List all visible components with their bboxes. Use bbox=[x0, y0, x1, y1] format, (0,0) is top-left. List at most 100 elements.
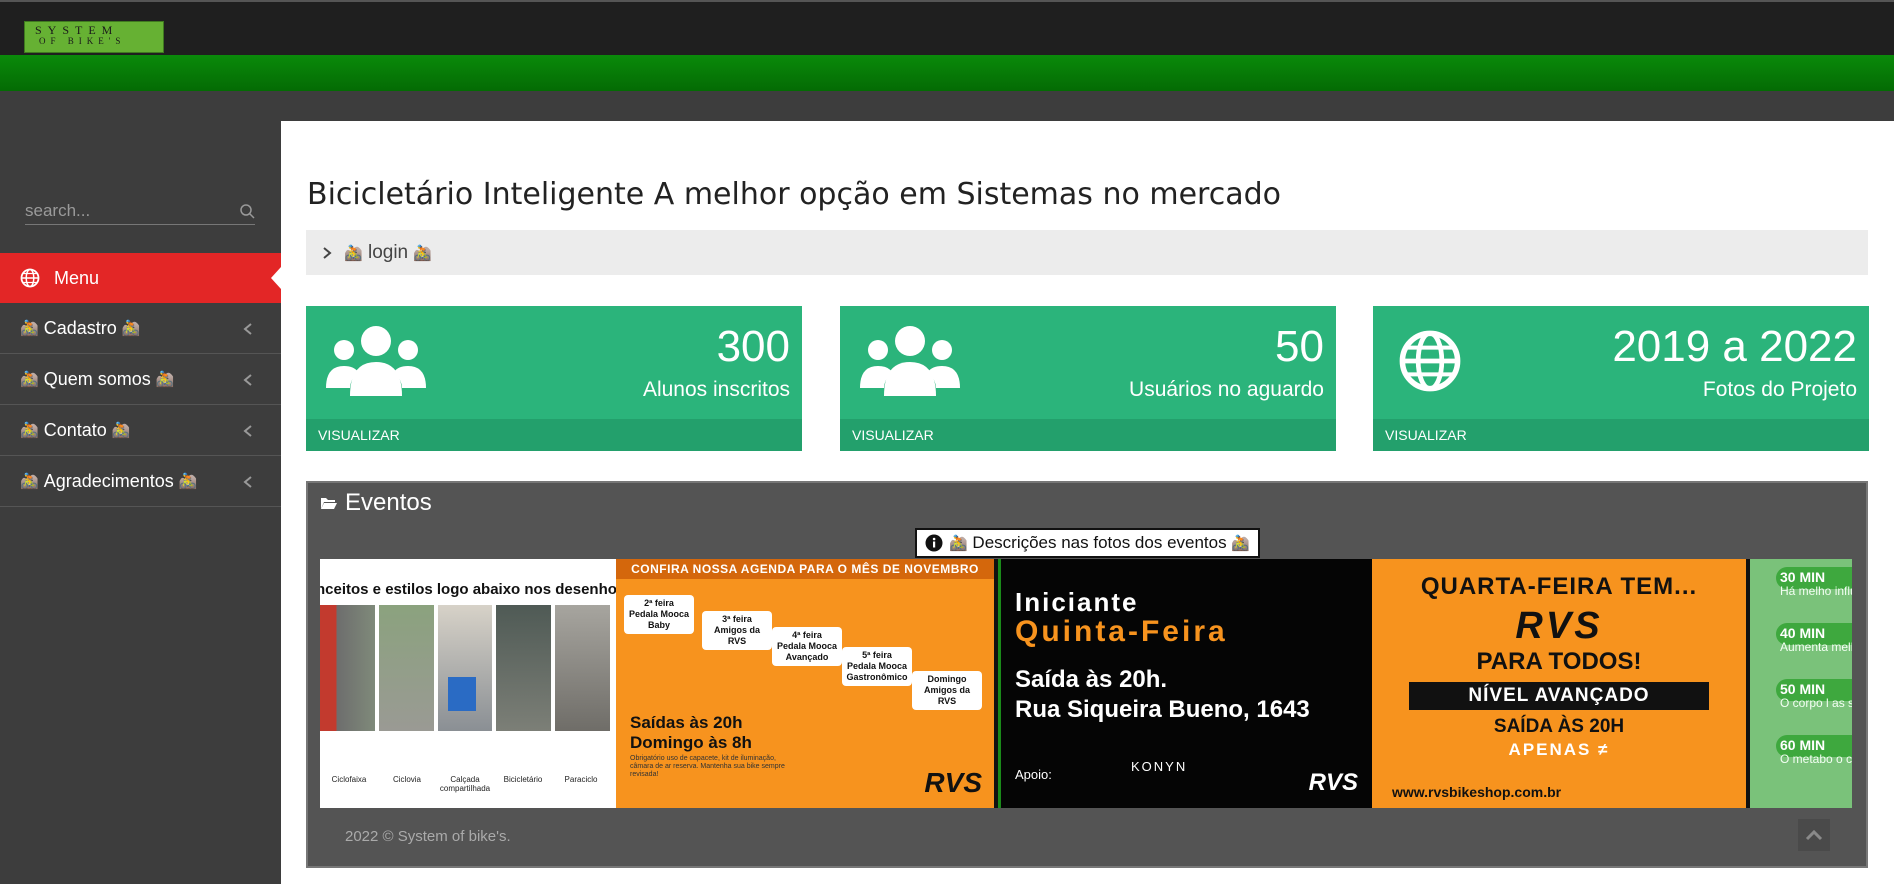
chevron-left-icon bbox=[243, 374, 252, 386]
photo-caption: Ciclovia bbox=[392, 775, 421, 784]
menu-header[interactable]: Menu bbox=[0, 253, 281, 303]
schedule-tag: 2ª feira Pedala Mooca Baby bbox=[624, 595, 694, 634]
slide-line2: RVS bbox=[1515, 605, 1603, 647]
schedule-tag: Domingo Amigos da RVS bbox=[912, 671, 982, 710]
stat-label: Fotos do Projeto bbox=[1702, 378, 1857, 401]
menu-label: Menu bbox=[54, 267, 100, 288]
tag-name: Amigos da RVS bbox=[713, 625, 760, 646]
bike-icon: 🚵 bbox=[20, 473, 39, 490]
scroll-to-top-button[interactable] bbox=[1798, 819, 1830, 851]
sidebar-item-quem-somos[interactable]: 🚵 Quem somos 🚵 bbox=[0, 354, 281, 405]
visualizar-link[interactable]: VISUALIZAR bbox=[1373, 419, 1869, 451]
search-box bbox=[25, 199, 255, 225]
search-icon[interactable] bbox=[239, 203, 255, 219]
event-image-2[interactable]: CONFIRA NOSSA AGENDA PARA O MÊS DE NOVEM… bbox=[616, 559, 994, 808]
info-row: 30 MINHá melho influencia bbox=[1780, 569, 1852, 598]
slide-line5: SAÍDA ÀS 20H bbox=[1493, 716, 1625, 737]
slide-details: Saída às 20h. Rua Siqueira Bueno, 1643 bbox=[1015, 665, 1310, 725]
sidebar: Menu 🚵 Cadastro 🚵 🚵 Quem somos 🚵 🚵 Conta… bbox=[0, 91, 281, 884]
rvs-logo: RVS bbox=[924, 767, 982, 798]
slide-line3: PARA TODOS! bbox=[1476, 648, 1642, 675]
bike-icon: 🚵 bbox=[178, 473, 198, 490]
info-row: 60 MINO metabo o controle bbox=[1780, 737, 1852, 766]
stat-value: 50 bbox=[1275, 322, 1324, 371]
photo-caption: Bicicletário bbox=[503, 775, 543, 784]
row-head: 50 MIN bbox=[1780, 681, 1826, 697]
tag-day: 3ª feira bbox=[722, 614, 752, 624]
users-icon bbox=[326, 326, 426, 396]
visualizar-link[interactable]: VISUALIZAR bbox=[840, 419, 1336, 451]
stat-value: 2019 a 2022 bbox=[1612, 322, 1857, 371]
tag-name: Pedala Mooca Baby bbox=[628, 609, 690, 630]
slide-note: Obrigatório uso de capacete, kit de ilum… bbox=[630, 755, 785, 778]
photo-ciclofaixa bbox=[320, 605, 375, 731]
events-panel: Eventos 🚵 Descrições nas fotos dos event… bbox=[306, 481, 1868, 868]
tag-name: Amigos da RVS bbox=[923, 685, 970, 706]
info-row: 40 MINAumenta melhora d bbox=[1780, 625, 1852, 654]
stat-card-usuarios: 50 Usuários no aguardo VISUALIZAR bbox=[840, 306, 1336, 451]
visualizar-link[interactable]: VISUALIZAR bbox=[306, 419, 802, 451]
row-text: Aumenta melhora d bbox=[1780, 640, 1852, 654]
photo-caption: Calçada compartilhada bbox=[439, 775, 491, 793]
sidebar-item-label: Contato bbox=[43, 419, 107, 440]
bike-icon: 🚵 bbox=[949, 535, 968, 552]
sidebar-item-cadastro[interactable]: 🚵 Cadastro 🚵 bbox=[0, 303, 281, 354]
sidebar-nav: 🚵 Cadastro 🚵 🚵 Quem somos 🚵 🚵 Contato 🚵 … bbox=[0, 303, 281, 507]
logo-line2: OF BIKE'S bbox=[39, 36, 126, 46]
slide-times: Saídas às 20h Domingo às 8h bbox=[630, 713, 752, 753]
chevron-left-icon bbox=[243, 323, 252, 335]
sidebar-item-agradecimentos[interactable]: 🚵 Agradecimentos 🚵 bbox=[0, 456, 281, 507]
times-line1: Saídas às 20h bbox=[630, 713, 743, 732]
photo-ciclovia bbox=[378, 605, 434, 731]
carousel-caption: 🚵 Descrições nas fotos dos eventos 🚵 bbox=[915, 528, 1261, 558]
slide-heading: nceitos e estilos logo abaixo nos desenh… bbox=[320, 581, 616, 598]
slide-line4: Rua Siqueira Bueno, 1643 bbox=[1015, 696, 1310, 723]
row-text: O corpo l as substâ bbox=[1780, 696, 1852, 710]
schedule-tag: 3ª feira Amigos da RVS bbox=[702, 611, 772, 650]
page-title: Bicicletário Inteligente A melhor opção … bbox=[307, 177, 1281, 212]
events-title-text: Eventos bbox=[345, 489, 432, 516]
footer-copyright: 2022 © System of bike's. bbox=[345, 828, 511, 845]
tag-day: Domingo bbox=[927, 674, 967, 684]
breadcrumb: 🚵 login 🚵 bbox=[306, 230, 1868, 275]
bike-icon: 🚵 bbox=[344, 244, 363, 262]
row-head: 30 MIN bbox=[1780, 569, 1826, 585]
bike-icon: 🚵 bbox=[20, 371, 39, 388]
globe-icon bbox=[20, 268, 40, 288]
chevron-right-icon bbox=[323, 246, 332, 259]
events-carousel[interactable]: nceitos e estilos logo abaixo nos desenh… bbox=[320, 559, 1852, 808]
sidebar-item-label: Agradecimentos bbox=[43, 470, 174, 491]
search-input[interactable] bbox=[25, 199, 225, 223]
event-image-1[interactable]: nceitos e estilos logo abaixo nos desenh… bbox=[320, 559, 616, 808]
caption-text: Descrições nas fotos dos eventos bbox=[972, 533, 1227, 552]
chevron-up-icon bbox=[1805, 829, 1823, 841]
sidebar-item-contato[interactable]: 🚵 Contato 🚵 bbox=[0, 405, 281, 456]
green-banner bbox=[0, 55, 1894, 91]
bike-icon: 🚵 bbox=[121, 320, 141, 337]
slide-line1: QUARTA-FEIRA TEM... bbox=[1420, 573, 1698, 600]
slide-banner: CONFIRA NOSSA AGENDA PARA O MÊS DE NOVEM… bbox=[616, 559, 994, 579]
slide-line1: Iniciante bbox=[1015, 587, 1139, 617]
tag-day: 5ª feira bbox=[862, 650, 892, 660]
stat-value: 300 bbox=[716, 322, 790, 371]
bike-icon: 🚵 bbox=[111, 422, 131, 439]
tag-day: 2ª feira bbox=[644, 598, 674, 608]
tag-name: Pedala Mooca Avançado bbox=[776, 641, 838, 662]
bike-icon: 🚵 bbox=[20, 422, 39, 439]
slide-line3: Saída às 20h. bbox=[1015, 666, 1168, 693]
photo-bicicletario bbox=[496, 605, 552, 731]
brand-logo[interactable]: SYSTEM OF BIKE'S bbox=[24, 21, 164, 53]
event-image-3[interactable]: Iniciante Quinta-Feira Saída às 20h. Rua … bbox=[998, 559, 1372, 808]
breadcrumb-login[interactable]: login bbox=[368, 242, 408, 264]
stat-label: Alunos inscritos bbox=[642, 378, 790, 401]
logo-line1: SYSTEM bbox=[35, 23, 119, 37]
photo-calcada bbox=[437, 605, 493, 731]
event-image-5[interactable]: 30 MINHá melho influencia 40 MINAumenta … bbox=[1750, 559, 1852, 808]
row-text: O metabo o controle bbox=[1780, 752, 1852, 766]
events-title: Eventos bbox=[320, 489, 432, 517]
stat-label: Usuários no aguardo bbox=[1129, 378, 1324, 401]
event-image-4[interactable]: QUARTA-FEIRA TEM... RVS PARA TODOS! NÍVE… bbox=[1372, 559, 1746, 808]
row-text: Há melho influencia bbox=[1780, 584, 1852, 598]
tag-day: 4ª feira bbox=[792, 630, 822, 640]
support-label: Apoio: bbox=[1015, 767, 1052, 782]
